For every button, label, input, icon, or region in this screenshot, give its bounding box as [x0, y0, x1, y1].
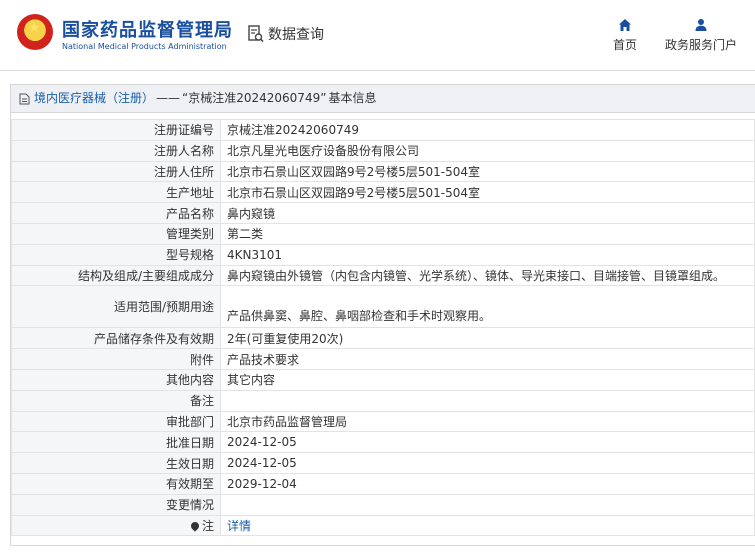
field-label: 结构及组成/主要组成成分	[11, 264, 221, 287]
field-label: 管理类别	[11, 222, 221, 245]
table-row: 备注	[11, 389, 755, 412]
table-row: 注册证编号 京械注准20242060749	[11, 119, 755, 141]
field-value: 产品供鼻窦、鼻腔、鼻咽部检查和手术时观察用。	[220, 285, 755, 329]
table-row: 注册人名称 北京凡星光电医疗设备股份有限公司	[11, 139, 755, 162]
table-row: 注册人住所 北京市石景山区双园路9号2号楼5层501-504室	[11, 160, 755, 183]
breadcrumb-suffix: 基本信息	[328, 91, 377, 105]
field-value: 鼻内窥镜	[220, 202, 755, 224]
table-row: 产品名称 鼻内窥镜	[11, 202, 755, 224]
field-label: 生效日期	[11, 452, 221, 474]
map-pin-icon	[189, 520, 201, 533]
info-table: 注册证编号 京械注准20242060749 注册人名称 北京凡星光电医疗设备股份…	[11, 119, 755, 537]
field-label: 注册人名称	[11, 139, 221, 162]
table-row: 型号规格 4KN3101	[11, 243, 755, 266]
field-label: 注	[201, 518, 214, 533]
field-value: 鼻内窥镜由外镜管（内包含内镜管、光学系统）、镜体、导光束接口、目端接管、目镜罩组…	[220, 264, 755, 287]
field-label: 产品储存条件及有效期	[11, 327, 221, 350]
table-row: 注 详情	[11, 514, 755, 537]
field-label: 注册证编号	[11, 119, 221, 141]
breadcrumb-record: “京械注准20242060749”	[182, 91, 327, 105]
breadcrumb-separator: ——	[156, 91, 181, 105]
details-link[interactable]: 详情	[227, 519, 251, 533]
field-value: 北京市石景山区双园路9号2号楼5层501-504室	[220, 181, 755, 204]
table-row: 变更情况	[11, 493, 755, 516]
field-value: 北京市药品监督管理局	[220, 410, 755, 433]
breadcrumb-category-link[interactable]: 境内医疗器械（注册）	[34, 85, 154, 112]
field-value: 2029-12-04	[220, 472, 755, 495]
field-value: 第二类	[220, 222, 755, 245]
table-row: 其他内容 其它内容	[11, 368, 755, 391]
table-row: 附件 产品技术要求	[11, 348, 755, 370]
field-label: 产品名称	[11, 202, 221, 224]
detail-panel: 境内医疗器械（注册） —— “京械注准20242060749” 基本信息 注册证…	[10, 84, 755, 546]
table-row: 结构及组成/主要组成成分 鼻内窥镜由外镜管（内包含内镜管、光学系统）、镜体、导光…	[11, 264, 755, 287]
field-label: 其他内容	[11, 368, 221, 391]
field-value: 2年(可重复使用20次)	[220, 327, 755, 350]
table-row: 批准日期 2024-12-05	[11, 431, 755, 454]
nav-service-portal[interactable]: 政务服务门户	[662, 18, 740, 53]
field-value: 2024-12-05	[220, 431, 755, 454]
field-label: 审批部门	[11, 410, 221, 433]
field-value: 北京市石景山区双园路9号2号楼5层501-504室	[220, 160, 755, 183]
field-value: 2024-12-05	[220, 452, 755, 474]
field-label: 变更情况	[11, 493, 221, 516]
site-header: 国家药品监督管理局 National Medical Products Admi…	[0, 0, 755, 71]
table-row: 生产地址 北京市石景山区双园路9号2号楼5层501-504室	[11, 181, 755, 204]
table-row: 管理类别 第二类	[11, 222, 755, 245]
note-value-cell: 详情	[220, 514, 755, 537]
home-icon	[619, 19, 631, 31]
breadcrumb: 境内医疗器械（注册） —— “京械注准20242060749” 基本信息	[11, 85, 755, 113]
nav-home[interactable]: 首页	[607, 18, 643, 53]
field-label: 有效期至	[11, 472, 221, 495]
note-label-cell: 注	[11, 514, 221, 537]
field-label: 附件	[11, 348, 221, 370]
user-icon	[695, 19, 707, 31]
field-label: 型号规格	[11, 243, 221, 266]
field-value: 产品技术要求	[220, 348, 755, 370]
field-value: 其它内容	[220, 368, 755, 391]
data-query-label: 数据查询	[268, 27, 324, 43]
nav-home-label: 首页	[612, 38, 637, 52]
table-row: 有效期至 2029-12-04	[11, 472, 755, 495]
data-query-link[interactable]: 数据查询	[248, 24, 324, 44]
table-row: 审批部门 北京市药品监督管理局	[11, 410, 755, 433]
national-emblem-logo	[17, 14, 53, 50]
field-label: 备注	[11, 389, 221, 412]
table-row: 适用范围/预期用途 产品供鼻窦、鼻腔、鼻咽部检查和手术时观察用。	[11, 285, 755, 329]
field-value: 4KN3101	[220, 243, 755, 266]
nav-portal-label: 政务服务门户	[664, 38, 737, 52]
table-row: 产品储存条件及有效期 2年(可重复使用20次)	[11, 327, 755, 350]
field-value	[220, 389, 755, 412]
field-value: 北京凡星光电医疗设备股份有限公司	[220, 139, 755, 162]
field-label: 注册人住所	[11, 160, 221, 183]
brand-name-cn: 国家药品监督管理局	[62, 20, 233, 41]
document-icon	[19, 93, 30, 104]
field-label: 批准日期	[11, 431, 221, 454]
field-value: 京械注准20242060749	[220, 119, 755, 141]
document-search-icon	[248, 25, 264, 43]
field-label: 生产地址	[11, 181, 221, 204]
table-row: 生效日期 2024-12-05	[11, 452, 755, 474]
brand-name-en: National Medical Products Administration	[62, 42, 227, 51]
field-label: 适用范围/预期用途	[11, 285, 221, 329]
field-value	[220, 493, 755, 516]
